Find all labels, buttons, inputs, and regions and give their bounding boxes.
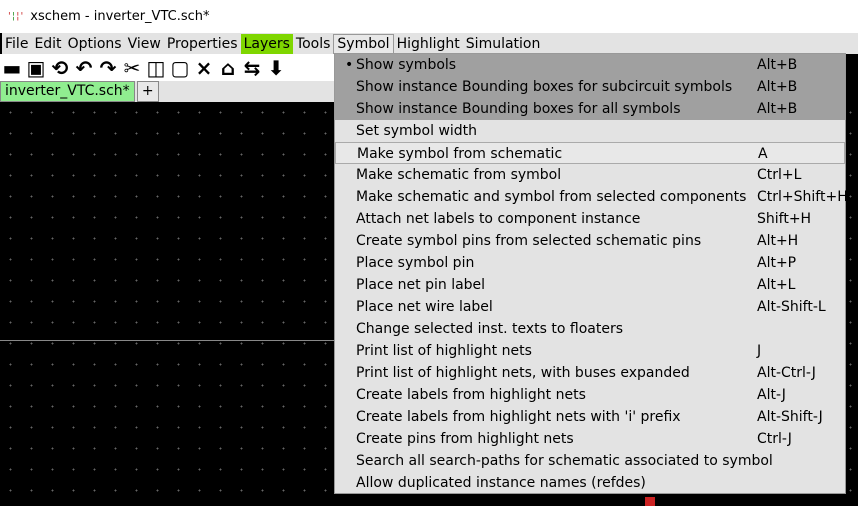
undo-icon[interactable]: ↶: [72, 56, 96, 80]
swap-icon[interactable]: ⇆: [240, 56, 264, 80]
title-bar: '¦¦' xschem - inverter_VTC.sch*: [0, 0, 858, 33]
menu-item-label: Create pins from highlight nets: [356, 431, 574, 447]
symbol-menu-dropdown: • Show symbols Alt+B Show instance Bounding…: [334, 53, 848, 494]
menu-item-shortcut: Alt+P: [757, 255, 797, 271]
tab-bar: inverter_VTC.sch* +: [0, 81, 336, 102]
move-icon[interactable]: ▢: [168, 56, 192, 80]
reload-icon[interactable]: ⟲: [48, 56, 72, 80]
place-icon[interactable]: ⌂: [216, 56, 240, 80]
menu-item[interactable]: Show instance Bounding boxes for subcirc…: [335, 76, 845, 98]
menu-item-shortcut: Alt+H: [757, 233, 799, 249]
menu-item-label: Show symbols: [356, 57, 457, 73]
menu-item-shortcut: A: [758, 146, 768, 162]
menu-item-label: Print list of highlight nets: [356, 343, 532, 359]
menu-item-shortcut: Ctrl+L: [757, 167, 802, 183]
menu-item[interactable]: Make symbol from schematic A: [335, 142, 845, 164]
menu-item-label: Print list of highlight nets, with buses…: [356, 365, 690, 381]
menu-item[interactable]: Make schematic from symbol Ctrl+L: [335, 164, 845, 186]
menu-item-shortcut: Alt-Shift-J: [757, 409, 823, 425]
menu-item-shortcut: J: [757, 343, 762, 359]
add-tab-button[interactable]: +: [136, 81, 159, 102]
menu-item[interactable]: Create pins from highlight nets Ctrl-J: [335, 428, 845, 450]
menu-view[interactable]: View: [125, 34, 164, 54]
menu-layers[interactable]: Layers: [240, 33, 293, 54]
menu-simulation[interactable]: Simulation: [463, 34, 544, 54]
menu-item[interactable]: Create labels from highlight nets Alt-J: [335, 384, 845, 406]
menu-tools[interactable]: Tools: [293, 34, 334, 54]
menu-item-label: Create labels from highlight nets with '…: [356, 409, 681, 425]
menu-item-label: Set symbol width: [356, 123, 478, 139]
menu-item-shortcut: Ctrl+Shift+H: [757, 189, 848, 205]
window-title: xschem - inverter_VTC.sch*: [30, 9, 210, 24]
menu-item[interactable]: Print list of highlight nets, with buses…: [335, 362, 845, 384]
menu-item[interactable]: Make schematic and symbol from selected …: [335, 186, 848, 208]
menu-item[interactable]: Change selected inst. texts to floaters: [335, 318, 845, 340]
menu-item[interactable]: • Show symbols Alt+B: [335, 54, 845, 76]
toolbar: ▬ ▣ ⟲ ↶ ↷ ✂ ◫ ▢ × ⌂ ⇆ ⬇: [0, 54, 336, 81]
menu-item-label: Attach net labels to component instance: [356, 211, 641, 227]
menu-item-shortcut: Ctrl-J: [757, 431, 792, 447]
menu-item[interactable]: Attach net labels to component instance S…: [335, 208, 845, 230]
canvas-wire: [0, 340, 336, 341]
menu-item[interactable]: Show instance Bounding boxes for all sym…: [335, 98, 845, 120]
menu-item[interactable]: Place net wire label Alt-Shift-L: [335, 296, 845, 318]
menu-item-label: Create symbol pins from selected schemat…: [356, 233, 702, 249]
menu-item[interactable]: Create labels from highlight nets with '…: [335, 406, 845, 428]
menu-edit[interactable]: Edit: [31, 34, 64, 54]
app-logo-icon: '¦¦': [8, 11, 25, 22]
menu-item[interactable]: Allow duplicated instance names (refdes): [335, 472, 845, 494]
menu-item[interactable]: Create symbol pins from selected schemat…: [335, 230, 845, 252]
menu-item-label: Make schematic and symbol from selected …: [356, 189, 747, 205]
menu-item-label: Show instance Bounding boxes for all sym…: [356, 101, 681, 117]
menu-item[interactable]: Place symbol pin Alt+P: [335, 252, 845, 274]
canvas-marker: [645, 497, 655, 506]
menu-file[interactable]: File: [2, 34, 31, 54]
redo-icon[interactable]: ↷: [96, 56, 120, 80]
menu-item-shortcut: Alt+B: [757, 101, 798, 117]
menu-item[interactable]: Place net pin label Alt+L: [335, 274, 845, 296]
menu-item-label: Show instance Bounding boxes for subcirc…: [356, 79, 733, 95]
menu-item-label: Create labels from highlight nets: [356, 387, 586, 403]
menu-item-shortcut: Alt+B: [757, 57, 798, 73]
menu-item[interactable]: Search all search-paths for schematic as…: [335, 450, 845, 472]
menu-options[interactable]: Options: [65, 34, 125, 54]
menu-item-label: Allow duplicated instance names (refdes): [356, 475, 646, 491]
menu-item-label: Place symbol pin: [356, 255, 475, 271]
down-icon[interactable]: ⬇: [264, 56, 288, 80]
menu-item[interactable]: Print list of highlight nets J: [335, 340, 845, 362]
menu-item[interactable]: Set symbol width: [335, 120, 845, 142]
menu-item-label: Change selected inst. texts to floaters: [356, 321, 624, 337]
menu-item-label: Make symbol from schematic: [357, 146, 563, 162]
menu-item-shortcut: Shift+H: [757, 211, 812, 227]
menu-item-label: Make schematic from symbol: [356, 167, 562, 183]
menu-item-shortcut: Alt-Ctrl-J: [757, 365, 816, 381]
menu-item-shortcut: Alt-J: [757, 387, 786, 403]
menu-item-shortcut: Alt-Shift-L: [757, 299, 826, 315]
menu-item-shortcut: Alt+B: [757, 79, 798, 95]
folder-open-icon[interactable]: ▬: [0, 56, 24, 80]
menu-bar: File Edit Options View Properties Layers Tools…: [2, 33, 858, 54]
menu-symbol[interactable]: Symbol: [333, 33, 394, 54]
tab-inverter-vtc[interactable]: inverter_VTC.sch*: [0, 81, 135, 102]
cut-icon[interactable]: ✂: [120, 56, 144, 80]
copy-icon[interactable]: ◫: [144, 56, 168, 80]
menu-item-shortcut: Alt+L: [757, 277, 796, 293]
checked-bullet-icon: •: [345, 57, 354, 73]
save-icon[interactable]: ▣: [24, 56, 48, 80]
menu-item-label: Place net pin label: [356, 277, 486, 293]
menu-item-label: Search all search-paths for schematic as…: [356, 453, 773, 469]
delete-icon[interactable]: ×: [192, 56, 216, 80]
menu-properties[interactable]: Properties: [164, 34, 241, 54]
menu-highlight[interactable]: Highlight: [394, 34, 463, 54]
menu-item-label: Place net wire label: [356, 299, 493, 315]
